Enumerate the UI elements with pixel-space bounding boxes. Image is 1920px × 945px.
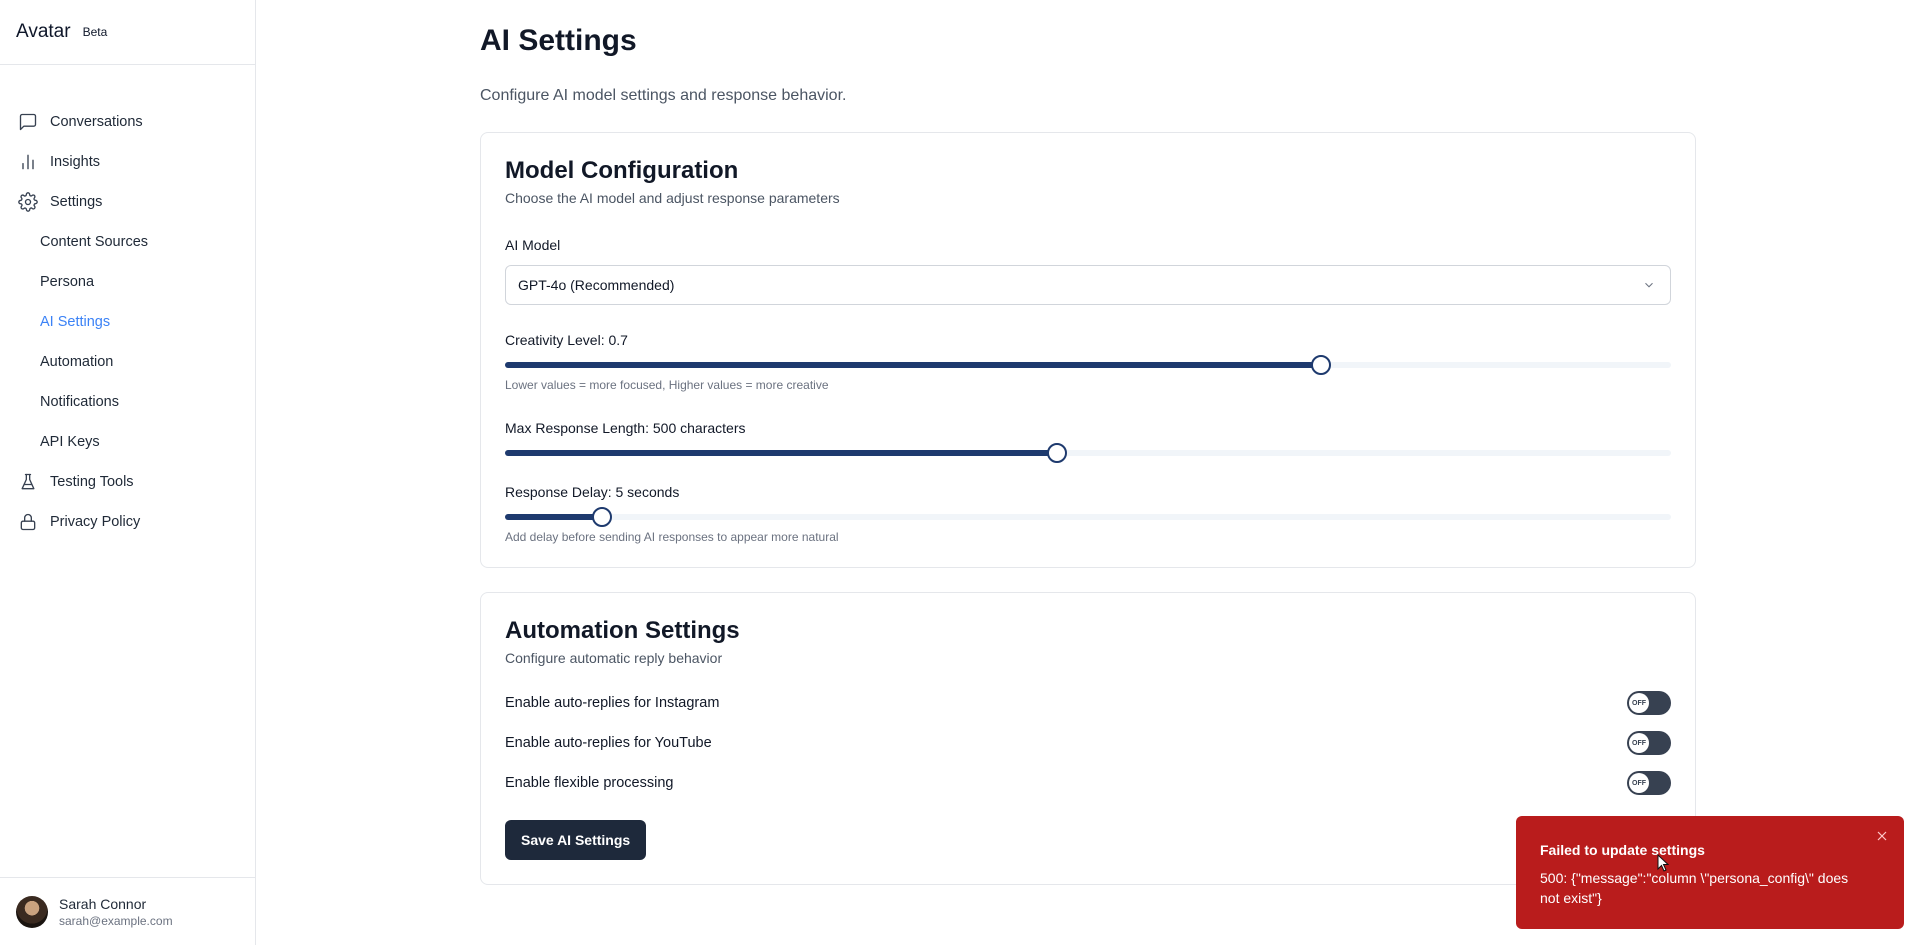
bar-chart-icon bbox=[22, 154, 34, 170]
sidebar-item-insights[interactable]: Insights bbox=[0, 142, 255, 182]
sidebar-item-notifications[interactable]: Notifications bbox=[0, 382, 255, 422]
page-subtitle: Configure AI model settings and response… bbox=[480, 87, 847, 104]
chevron-down-icon bbox=[1645, 282, 1653, 288]
card-title: Automation Settings bbox=[505, 617, 740, 644]
sidebar-item-api-keys[interactable]: API Keys bbox=[0, 422, 255, 462]
card-description: Configure automatic reply behavior bbox=[505, 650, 723, 666]
slider-thumb[interactable] bbox=[592, 507, 613, 527]
instagram-auto-reply-toggle[interactable]: OFF bbox=[1627, 691, 1671, 715]
youtube-auto-reply-toggle[interactable]: OFF bbox=[1627, 731, 1671, 755]
gear-icon bbox=[18, 192, 38, 212]
slider-thumb[interactable] bbox=[1311, 355, 1332, 375]
toggle-state: OFF bbox=[1629, 733, 1649, 753]
sidebar-item-label: Insights bbox=[50, 154, 100, 170]
mouse-cursor-icon bbox=[1657, 854, 1669, 872]
slider-range bbox=[505, 514, 603, 520]
toast-message: 500: {"message":"column \"persona_config… bbox=[1540, 870, 1849, 906]
user-email: sarah@example.com bbox=[59, 913, 173, 928]
toggle-label: Enable auto-replies for YouTube bbox=[505, 735, 712, 751]
card-description: Choose the AI model and adjust response … bbox=[505, 190, 840, 206]
card-title: Model Configuration bbox=[505, 157, 739, 184]
flask-icon bbox=[21, 473, 35, 490]
sidebar-item-automation[interactable]: Automation bbox=[0, 342, 255, 382]
user-profile[interactable]: Sarah Connor sarah@example.com bbox=[0, 877, 255, 945]
sidebar: Avatar Beta Conversations Insights Setti… bbox=[0, 0, 256, 945]
max-length-slider[interactable] bbox=[505, 443, 1671, 463]
toast-title: Failed to update settings bbox=[1540, 842, 1705, 858]
close-icon bbox=[1877, 831, 1887, 841]
sidebar-item-persona[interactable]: Persona bbox=[0, 262, 255, 302]
ai-model-label: AI Model bbox=[505, 237, 561, 253]
user-name: Sarah Connor bbox=[59, 895, 147, 912]
creativity-slider[interactable] bbox=[505, 355, 1671, 375]
sidebar-item-privacy-policy[interactable]: Privacy Policy bbox=[0, 502, 255, 542]
flexible-processing-row: Enable flexible processing OFF bbox=[505, 771, 1671, 795]
automation-settings-card: Automation Settings Configure automatic … bbox=[480, 592, 1696, 885]
creativity-hint: Lower values = more focused, Higher valu… bbox=[505, 378, 829, 392]
close-toast-button[interactable] bbox=[1874, 828, 1890, 844]
lock-icon bbox=[20, 513, 36, 531]
error-toast: Failed to update settings 500: {"message… bbox=[1516, 816, 1904, 929]
youtube-auto-reply-row: Enable auto-replies for YouTube OFF bbox=[505, 731, 1671, 755]
sidebar-item-label: Testing Tools bbox=[50, 474, 134, 490]
sidebar-item-content-sources[interactable]: Content Sources bbox=[0, 222, 255, 262]
toggle-label: Enable auto-replies for Instagram bbox=[505, 695, 720, 711]
sidebar-item-label: Privacy Policy bbox=[50, 514, 141, 530]
slider-range bbox=[505, 450, 1058, 456]
brand: Avatar Beta bbox=[0, 0, 255, 65]
ai-model-value: GPT-4o (Recommended) bbox=[518, 277, 675, 293]
sidebar-nav: Conversations Insights Settings Content … bbox=[0, 102, 255, 542]
creativity-label: Creativity Level: 0.7 bbox=[505, 332, 628, 348]
beta-badge: Beta bbox=[82, 25, 108, 39]
model-configuration-card: Model Configuration Choose the AI model … bbox=[480, 132, 1696, 568]
slider-range bbox=[505, 362, 1322, 368]
brand-name[interactable]: Avatar bbox=[16, 21, 71, 43]
toggle-state: OFF bbox=[1629, 773, 1649, 793]
page-title: AI Settings bbox=[480, 24, 637, 57]
sidebar-item-settings[interactable]: Settings bbox=[0, 182, 255, 222]
save-ai-settings-button[interactable]: Save AI Settings bbox=[505, 820, 647, 860]
slider-track bbox=[505, 514, 1671, 520]
flexible-processing-toggle[interactable]: OFF bbox=[1627, 771, 1671, 795]
response-delay-slider[interactable] bbox=[505, 507, 1671, 527]
instagram-auto-reply-row: Enable auto-replies for Instagram OFF bbox=[505, 691, 1671, 715]
max-length-label: Max Response Length: 500 characters bbox=[505, 420, 746, 436]
sidebar-item-label: Settings bbox=[50, 194, 103, 210]
slider-thumb[interactable] bbox=[1047, 443, 1068, 463]
response-delay-hint: Add delay before sending AI responses to… bbox=[505, 530, 839, 544]
response-delay-label: Response Delay: 5 seconds bbox=[505, 484, 680, 500]
toggle-state: OFF bbox=[1629, 693, 1649, 713]
sidebar-item-ai-settings[interactable]: AI Settings bbox=[0, 302, 255, 342]
sidebar-item-testing-tools[interactable]: Testing Tools bbox=[0, 462, 255, 502]
ai-model-select[interactable]: GPT-4o (Recommended) bbox=[505, 265, 1671, 305]
sidebar-item-conversations[interactable]: Conversations bbox=[0, 102, 255, 142]
toggle-label: Enable flexible processing bbox=[505, 775, 674, 791]
message-square-icon bbox=[19, 113, 37, 131]
sidebar-item-label: Conversations bbox=[50, 114, 143, 130]
avatar bbox=[16, 895, 48, 928]
